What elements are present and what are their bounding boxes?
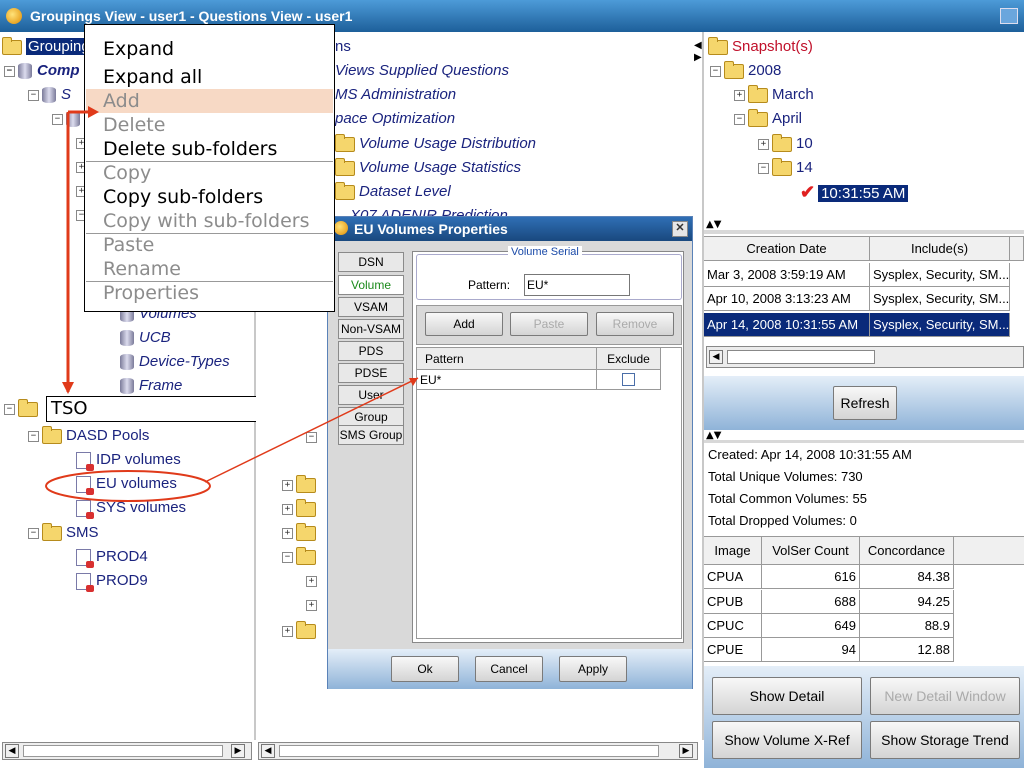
- annotation-arrowhead-icon: [88, 106, 99, 118]
- annotation-arrowhead-icon: [62, 382, 74, 394]
- annotation-connector-line: [204, 377, 419, 483]
- annotation-overlay: [45, 106, 419, 502]
- annotation-highlight-ellipse: [45, 470, 211, 502]
